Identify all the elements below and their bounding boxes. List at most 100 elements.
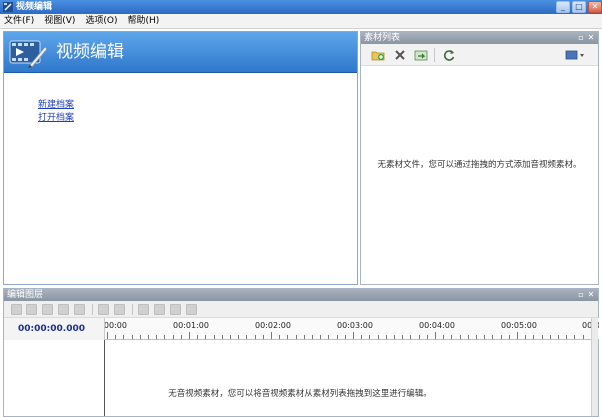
- ruler-tick: [230, 335, 231, 339]
- track-area[interactable]: 无音视频素材，您可以将音视频素材从素材列表拖拽到这里进行编辑。: [4, 340, 598, 416]
- ruler-tick: [574, 335, 576, 339]
- ruler-tick: [180, 335, 182, 339]
- crop-tool-icon[interactable]: [98, 304, 109, 315]
- ruler-tick: [271, 332, 272, 339]
- ruler-tick: [295, 335, 297, 339]
- new-project-link[interactable]: 新建档案: [38, 99, 74, 112]
- ruler-tick: [426, 335, 428, 339]
- ruler-tick: [320, 335, 322, 339]
- layer-copy-icon[interactable]: [170, 304, 181, 315]
- ruler-tick: [361, 335, 363, 339]
- trim-tool-icon[interactable]: [26, 304, 37, 315]
- ruler-label: 00:01:00: [173, 321, 209, 330]
- vertical-scrollbar[interactable]: [591, 318, 598, 416]
- track-header: [4, 340, 105, 416]
- ruler-tick: [254, 335, 256, 339]
- refresh-icon[interactable]: [442, 48, 456, 62]
- ruler-tick: [451, 335, 453, 339]
- ruler-tick: [279, 335, 281, 339]
- ruler-tick: [418, 335, 420, 339]
- ruler-label: 00:00:00: [105, 321, 127, 330]
- ruler-tick: [402, 335, 404, 339]
- split-tool-icon[interactable]: [42, 304, 53, 315]
- menu-options[interactable]: 选项(O): [85, 15, 117, 28]
- ruler-label: 00:05:00: [501, 321, 537, 330]
- banner-title: 视频编辑: [56, 42, 124, 62]
- ruler-tick: [303, 335, 305, 339]
- ruler-tick: [312, 335, 313, 339]
- ruler-tick: [394, 335, 395, 339]
- close-icon[interactable]: ✕: [586, 289, 596, 301]
- add-folder-icon[interactable]: [371, 48, 385, 62]
- close-icon[interactable]: ✕: [586, 32, 596, 44]
- ruler-tick: [262, 335, 264, 339]
- material-panel-title: 素材列表: [364, 33, 401, 43]
- ruler-tick: [164, 335, 166, 339]
- ruler-tick: [287, 335, 289, 339]
- ruler-label: 00:04:00: [419, 321, 455, 330]
- ruler-tick: [484, 335, 486, 339]
- ruler-tick: [197, 335, 199, 339]
- ruler-tick: [582, 335, 584, 339]
- ruler-tick: [148, 335, 149, 339]
- ruler-tick: [476, 335, 477, 339]
- ruler-tick: [172, 335, 174, 339]
- menu-view[interactable]: 视图(V): [44, 15, 75, 28]
- toolbar-separator: [434, 48, 435, 62]
- timeline-ruler[interactable]: 00:00:00 00:01:00 00:02:00 00:03:00 00:0…: [105, 318, 599, 340]
- ruler-tick: [336, 335, 338, 339]
- ruler-tick: [107, 332, 108, 339]
- ruler-tick: [131, 335, 133, 339]
- ruler-tick: [238, 335, 240, 339]
- ruler-tick: [328, 335, 330, 339]
- ruler-label: 00:03:00: [337, 321, 373, 330]
- layer-down-icon[interactable]: [154, 304, 165, 315]
- image-tool-icon[interactable]: [74, 304, 85, 315]
- maximize-button[interactable]: □: [572, 1, 586, 13]
- ruler-tick: [189, 332, 190, 339]
- cut-tool-icon[interactable]: [11, 304, 22, 315]
- ruler-tick: [156, 335, 158, 339]
- ruler-tick: [344, 335, 346, 339]
- ruler-tick: [369, 335, 371, 339]
- ruler-tick: [410, 335, 412, 339]
- menu-file[interactable]: 文件(F): [4, 15, 34, 28]
- layer-up-icon[interactable]: [138, 304, 149, 315]
- ruler-tick: [139, 335, 141, 339]
- ruler-tick: [541, 335, 543, 339]
- toolbar-separator: [92, 304, 93, 315]
- close-button[interactable]: ✕: [588, 1, 602, 13]
- menu-help[interactable]: 帮助(H): [128, 15, 160, 28]
- ruler-tick: [246, 335, 248, 339]
- layer-delete-icon[interactable]: [186, 304, 197, 315]
- ruler-tick: [443, 335, 445, 339]
- ruler-tick: [123, 335, 125, 339]
- ruler-tick: [533, 335, 535, 339]
- app-logo-icon: [3, 2, 13, 12]
- timeline-toolbar: [4, 301, 598, 318]
- ruler-label: 00:02:00: [255, 321, 291, 330]
- pin-icon[interactable]: ▫: [576, 289, 586, 301]
- ruler-tick: [508, 335, 510, 339]
- title-bar: 视频编辑 _ □ ✕: [0, 0, 602, 14]
- view-mode-icon[interactable]: [565, 48, 585, 62]
- ruler-tick: [213, 335, 215, 339]
- delete-icon[interactable]: [393, 48, 407, 62]
- timeline-empty-message: 无音视频素材，您可以将音视频素材从素材列表拖拽到这里进行编辑。: [168, 389, 432, 399]
- material-toolbar: [361, 44, 598, 66]
- minimize-button[interactable]: _: [556, 1, 570, 13]
- edit-tool-icon[interactable]: [58, 304, 69, 315]
- material-empty-message: 无素材文件，您可以通过拖拽的方式添加音视频素材。: [377, 160, 582, 170]
- ruler-tick: [353, 332, 354, 339]
- pin-icon[interactable]: ▫: [576, 32, 586, 44]
- import-icon[interactable]: [414, 48, 428, 62]
- film-edit-icon: [9, 40, 48, 68]
- edit-panel-title: 编辑图层: [7, 290, 44, 300]
- toolbar-separator: [132, 304, 133, 315]
- open-project-link[interactable]: 打开档案: [38, 112, 74, 125]
- ruler-tick: [205, 335, 207, 339]
- ruler-tick: [435, 332, 436, 339]
- select-tool-icon[interactable]: [114, 304, 125, 315]
- banner: 视频编辑: [4, 32, 357, 73]
- edit-layer-panel: 编辑图层 ▫ ✕ 00:00:00.000 00:00:00 00:01:00 …: [3, 288, 599, 417]
